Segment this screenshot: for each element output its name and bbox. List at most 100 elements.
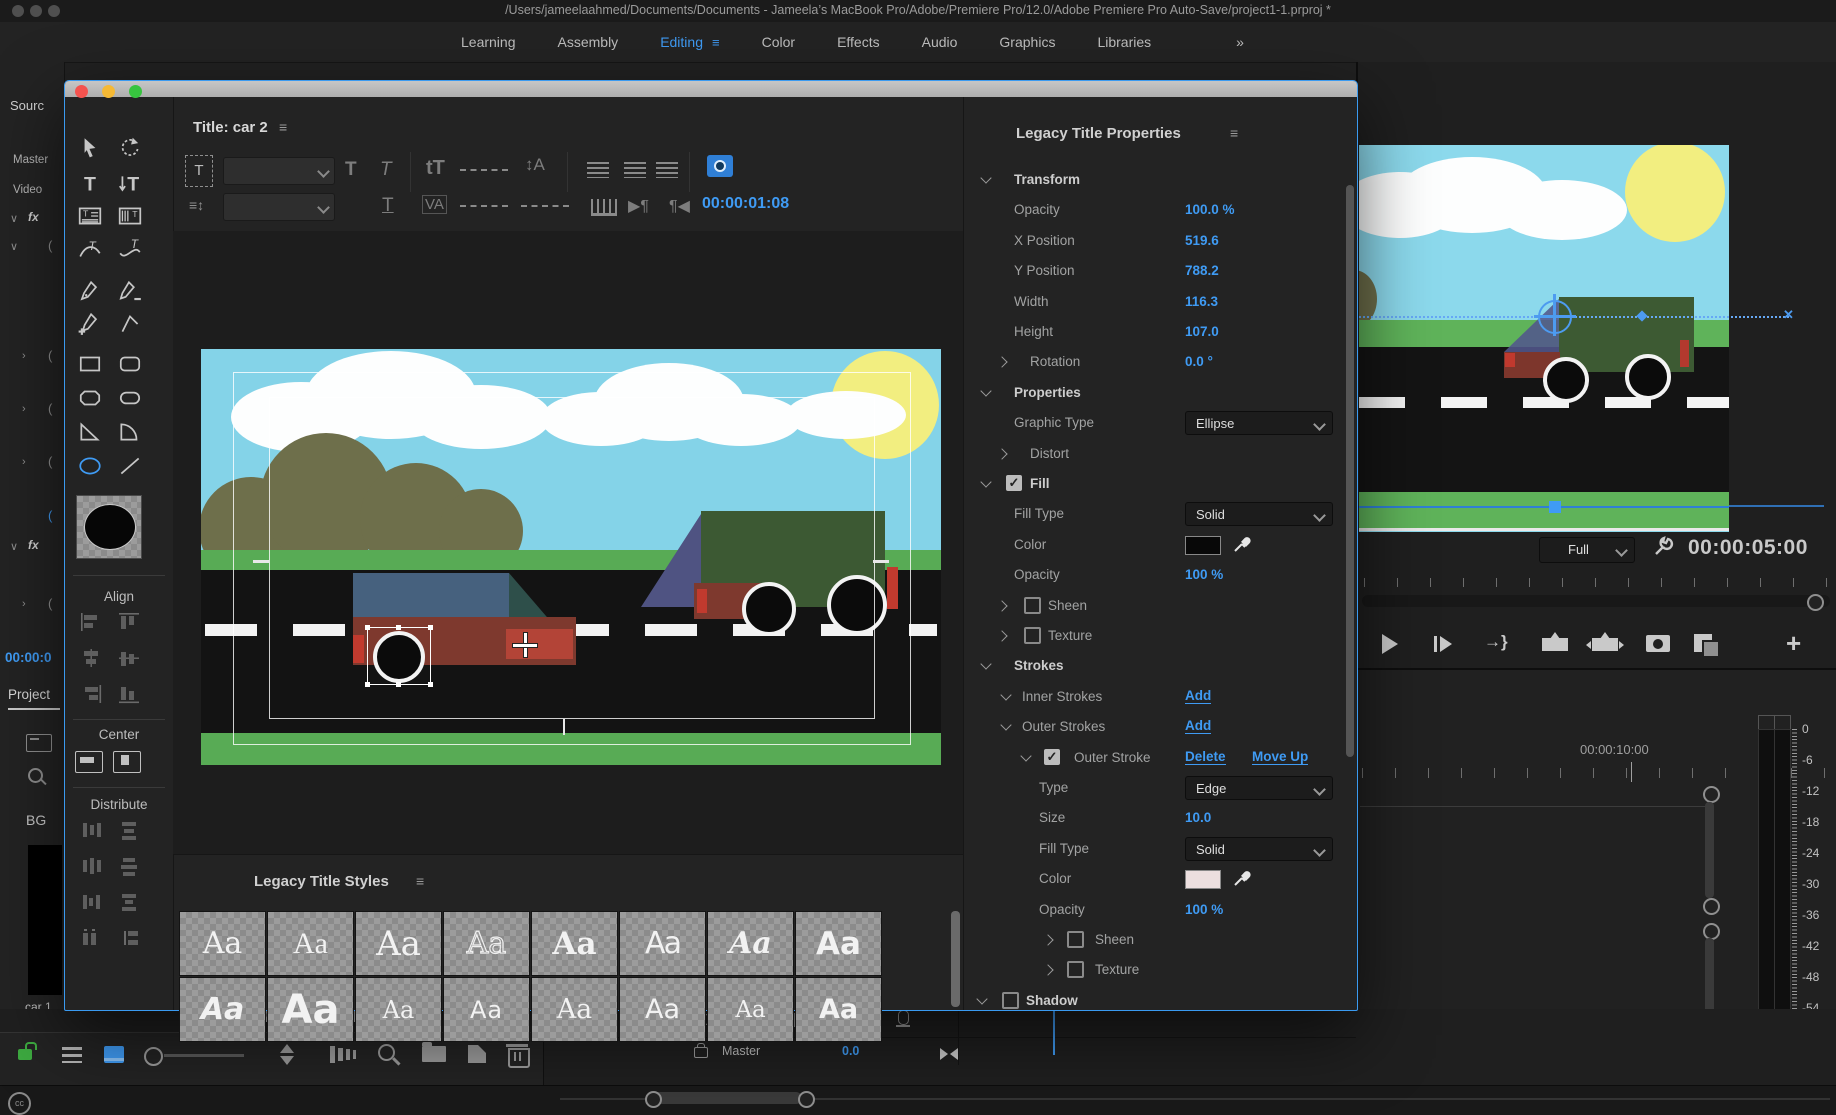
- style-tile-2[interactable]: Aa: [267, 911, 354, 976]
- distribute-vertical-top-button[interactable]: [113, 819, 145, 841]
- effect-reset-icon[interactable]: (: [48, 454, 52, 469]
- style-tile-9[interactable]: Aa: [179, 977, 266, 1042]
- roll-crawl-options-icon[interactable]: ≡↕: [189, 197, 204, 213]
- align-horizontal-left-button[interactable]: [75, 611, 107, 633]
- lift-button[interactable]: [1542, 638, 1568, 651]
- add-link[interactable]: Add: [1185, 718, 1211, 734]
- twirl-icon[interactable]: ∨: [10, 540, 18, 553]
- underline-button[interactable]: T: [382, 195, 394, 217]
- filmstrip-bars-icon[interactable]: [330, 1046, 335, 1063]
- new-bin-folder-icon[interactable]: [422, 1046, 446, 1062]
- graphic-type-select[interactable]: Ellipse: [1185, 411, 1333, 435]
- master-volume-value[interactable]: 0.0: [842, 1044, 859, 1058]
- align-horizontal-center-button[interactable]: [75, 647, 107, 669]
- effect-controls-timecode[interactable]: 00:00:0: [5, 650, 52, 665]
- bin-thumbnail[interactable]: [28, 845, 62, 995]
- step-forward-button[interactable]: [1434, 636, 1437, 652]
- title-timecode[interactable]: 00:00:01:08: [702, 195, 789, 213]
- twirl-closed-icon[interactable]: [1042, 934, 1053, 945]
- width-value[interactable]: 116.3: [1185, 294, 1218, 309]
- align-vertical-top-button[interactable]: [113, 611, 145, 633]
- settings-wrench-icon[interactable]: [1652, 536, 1674, 558]
- delete-link[interactable]: Delete: [1185, 749, 1226, 765]
- style-tile-6[interactable]: Aa: [619, 911, 706, 976]
- effect-reset-icon[interactable]: (: [48, 596, 52, 611]
- timeline-playhead[interactable]: [1053, 1009, 1055, 1055]
- twirl-closed-icon[interactable]: ›: [22, 403, 26, 415]
- baseline-shift-dashes[interactable]: [521, 205, 569, 207]
- extract-button[interactable]: [1592, 638, 1618, 651]
- workspace-tab-graphics[interactable]: Graphics: [999, 34, 1055, 50]
- ellipse-tool[interactable]: [75, 451, 105, 481]
- fill-checkbox[interactable]: ✓: [1006, 475, 1022, 491]
- vertical-area-type-tool[interactable]: T: [115, 201, 145, 231]
- type-select[interactable]: Edge: [1185, 776, 1333, 800]
- truck-wheel-front[interactable]: [1543, 357, 1589, 403]
- twirl-icon[interactable]: ∨: [10, 240, 18, 253]
- bold-button[interactable]: T: [345, 159, 357, 181]
- size-value[interactable]: 10.0: [1185, 810, 1211, 825]
- eyedropper-icon[interactable]: [1232, 868, 1252, 888]
- kerning-icon[interactable]: VA: [422, 195, 447, 214]
- style-tile-5[interactable]: Aa: [531, 911, 618, 976]
- new-item-icon[interactable]: [468, 1045, 486, 1063]
- bin-up-icon[interactable]: [26, 734, 52, 752]
- zoom-slider-handle[interactable]: [144, 1047, 163, 1066]
- export-frame-camera-icon[interactable]: [1646, 635, 1670, 652]
- style-tile-15[interactable]: Aa: [707, 977, 794, 1042]
- play-button[interactable]: [1382, 634, 1398, 654]
- insert-paragraph-icon[interactable]: ▶¶: [628, 196, 649, 216]
- outer-stroke-checkbox[interactable]: ✓: [1044, 749, 1060, 765]
- twirl-closed-icon[interactable]: [996, 357, 1007, 368]
- style-tile-3[interactable]: Aa: [355, 911, 442, 976]
- styles-scrollbar[interactable]: [951, 911, 960, 1007]
- style-tile-10[interactable]: Aa: [267, 977, 354, 1042]
- align-vertical-bottom-button[interactable]: [113, 683, 145, 705]
- twirl-closed-icon[interactable]: [996, 600, 1007, 611]
- style-tile-8[interactable]: Aa: [795, 911, 882, 976]
- style-tile-7[interactable]: Aa: [707, 911, 794, 976]
- workspace-tab-color[interactable]: Color: [762, 34, 795, 50]
- add-link[interactable]: Add: [1185, 688, 1211, 704]
- workspace-menu-icon[interactable]: ≡: [712, 35, 720, 50]
- align-horizontal-right-button[interactable]: [75, 683, 107, 705]
- timeline-scroll-handle[interactable]: [1703, 786, 1720, 803]
- keyframe-handle[interactable]: [1549, 501, 1561, 513]
- twirl-open-icon[interactable]: [1000, 720, 1011, 731]
- eyedropper-icon[interactable]: [1232, 534, 1252, 554]
- window-chrome[interactable]: [65, 81, 1357, 97]
- distribute-vertical-even-button[interactable]: [113, 927, 145, 949]
- motion-anchor-crosshair[interactable]: [1538, 300, 1572, 334]
- effect-reset-icon[interactable]: (: [48, 348, 52, 363]
- convert-anchor-tool[interactable]: [115, 309, 145, 339]
- rounded-rectangle-tool[interactable]: [115, 349, 145, 379]
- texture-checkbox[interactable]: [1067, 961, 1084, 978]
- add-anchor-tool[interactable]: [75, 309, 105, 339]
- style-tile-14[interactable]: Aa: [619, 977, 706, 1042]
- tracking-icon[interactable]: [460, 169, 508, 171]
- vertical-scrollbar[interactable]: [1705, 802, 1714, 898]
- program-scrubber[interactable]: [1362, 595, 1830, 607]
- twirl-closed-icon[interactable]: ›: [22, 598, 26, 610]
- styles-menu-icon[interactable]: ≡: [416, 873, 424, 889]
- opacity-value[interactable]: 100 %: [1185, 902, 1223, 917]
- program-playhead-handle[interactable]: [1807, 594, 1824, 611]
- twirl-open-icon[interactable]: [980, 172, 991, 183]
- zoom-slider-track[interactable]: [164, 1054, 244, 1057]
- twirl-open-icon[interactable]: [980, 385, 991, 396]
- list-view-icon[interactable]: [62, 1047, 82, 1063]
- clipped-rectangle-tool[interactable]: [75, 383, 105, 413]
- center-horizontal-button[interactable]: [75, 751, 103, 773]
- color-swatch[interactable]: [1185, 536, 1221, 555]
- style-tile-1[interactable]: Aa: [179, 911, 266, 976]
- align-center-text-button[interactable]: [624, 162, 646, 178]
- keyframe-nav-icon2[interactable]: [950, 1048, 958, 1060]
- opacity-value[interactable]: 100.0 %: [1185, 202, 1235, 217]
- keyframe-nav-icon[interactable]: [940, 1048, 948, 1060]
- twirl-open-icon[interactable]: [976, 993, 987, 1004]
- vertical-type-tool[interactable]: T: [115, 169, 145, 199]
- twirl-closed-icon[interactable]: [1042, 965, 1053, 976]
- distribute-horizontal-center-button[interactable]: [75, 855, 107, 877]
- pen-tool[interactable]: [75, 277, 105, 307]
- style-tile-13[interactable]: Aa: [531, 977, 618, 1042]
